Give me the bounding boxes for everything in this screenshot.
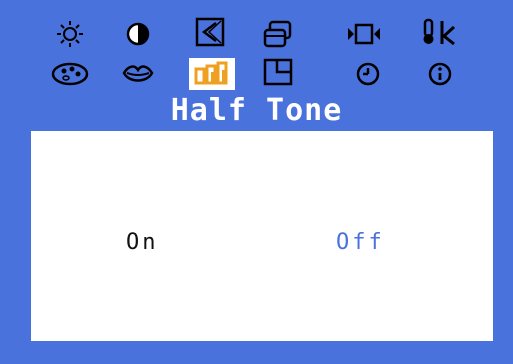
osd-menu: Half Tone On Off [0, 0, 513, 364]
halftone-icon[interactable] [189, 58, 235, 90]
menu-title: Half Tone [170, 93, 343, 128]
off-option[interactable]: Off [336, 229, 385, 257]
contrast-icon[interactable] [118, 20, 158, 48]
position-icon[interactable] [190, 17, 230, 47]
size-icon[interactable] [258, 20, 298, 48]
window-icon[interactable] [258, 58, 298, 86]
sharpness-icon[interactable] [344, 20, 384, 48]
on-option[interactable]: On [126, 229, 159, 257]
color-palette-icon[interactable] [50, 60, 90, 88]
lips-icon[interactable] [118, 60, 158, 88]
color-temperature-icon[interactable] [420, 18, 460, 46]
brightness-icon[interactable] [50, 20, 90, 48]
clock-icon[interactable] [348, 60, 388, 88]
options-panel: On Off [31, 131, 493, 341]
info-icon[interactable] [420, 60, 460, 88]
